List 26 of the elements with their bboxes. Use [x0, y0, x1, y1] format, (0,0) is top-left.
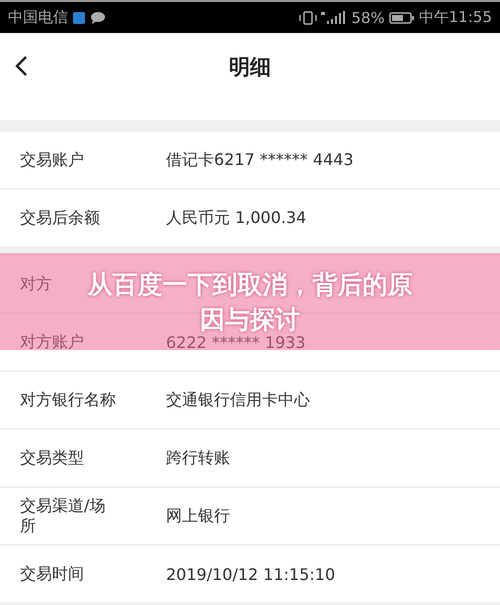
carrier-name: 中国电信: [8, 8, 68, 27]
field-label: 交易后余额: [20, 208, 100, 228]
field-value: 跨行转账: [166, 448, 230, 468]
battery-percent: 58%: [351, 8, 385, 26]
field-value: 网上银行: [166, 506, 230, 526]
app-notification-icon: [72, 10, 86, 24]
field-value: 交通银行信用卡中心: [166, 390, 310, 410]
vibrate-icon: [299, 10, 318, 24]
field-value: 借记卡6217 ****** 4443: [166, 150, 354, 170]
field-label: 对方银行名称: [20, 390, 116, 410]
field-label: 对方账户: [20, 332, 84, 352]
page-title: 明细: [229, 54, 271, 80]
field-label: 交易时间: [20, 564, 84, 584]
back-icon[interactable]: [14, 55, 28, 77]
field-value: 2019/10/12 11:15:10: [166, 564, 336, 584]
field-value: 6222 ****** 1933: [166, 332, 306, 352]
field-label: 交易账户: [20, 150, 84, 170]
field-value: 人民币元 1,000.34: [166, 208, 306, 228]
field-label: 对方: [20, 274, 52, 294]
signal-icon: [321, 10, 348, 24]
battery-icon: [388, 10, 415, 24]
field-label: 交易类型: [20, 448, 84, 468]
clock-time: 中午11:55: [418, 8, 492, 27]
field-label: 交易渠道/场所: [20, 496, 106, 536]
chat-bubble-icon: [90, 10, 106, 24]
article-title: 从百度一下到取消，背后的原因与探讨: [88, 268, 412, 336]
